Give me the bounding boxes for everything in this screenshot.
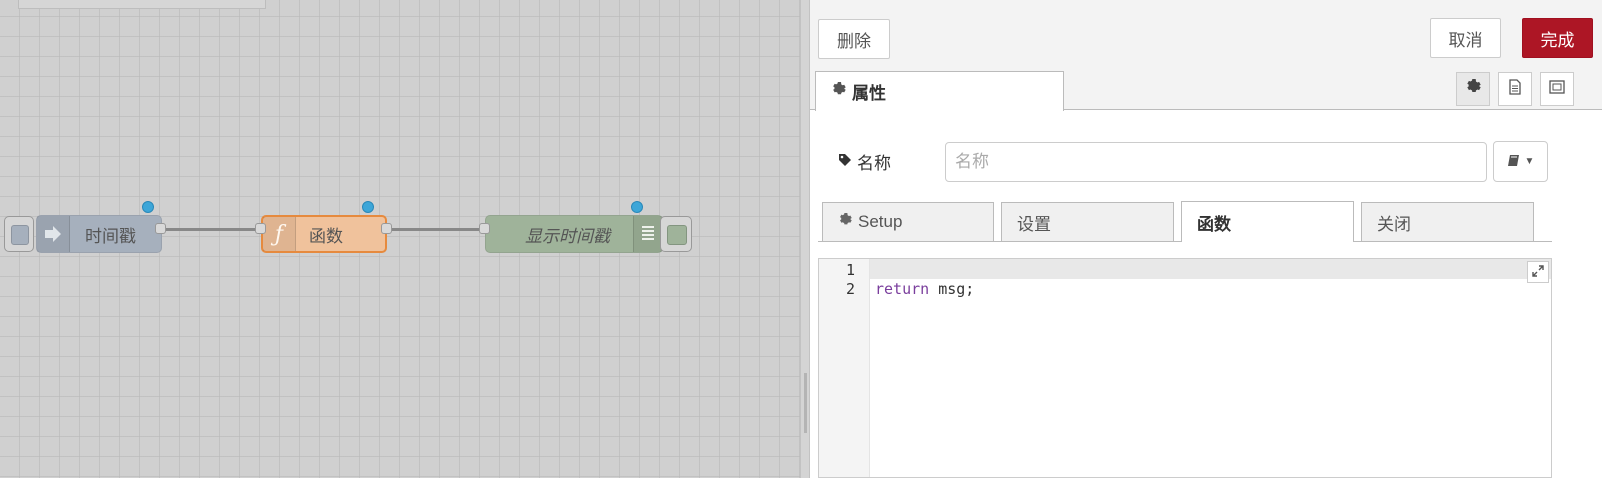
gear-icon — [1465, 78, 1481, 100]
tab-setup[interactable]: Setup — [822, 202, 994, 241]
gear-icon — [838, 212, 852, 232]
function-node-label: 函数 — [309, 226, 343, 246]
inject-output-port[interactable] — [155, 223, 166, 234]
function-subtabs: Setup 设置 函数 关闭 — [818, 200, 1552, 242]
appearance-button[interactable] — [1540, 72, 1574, 106]
tab-start-label: 设置 — [1017, 214, 1051, 234]
arrow-in-icon — [37, 216, 70, 252]
wire-timestamp-to-function[interactable] — [162, 228, 261, 231]
name-label-text: 名称 — [857, 154, 891, 173]
divider-grip-handle[interactable] — [804, 373, 807, 433]
line-number: 2 — [845, 280, 855, 298]
done-button[interactable]: 完成 — [1522, 18, 1593, 58]
line-number: 1 — [845, 261, 855, 279]
debug-node-label: 显示时间戳 — [525, 226, 610, 246]
document-icon — [1508, 78, 1522, 100]
inject-trigger-button[interactable] — [4, 216, 34, 252]
inject-node[interactable]: 时间戳 — [36, 215, 162, 253]
list-lines-icon — [633, 216, 662, 252]
code-keyword: return — [875, 280, 930, 298]
tab-properties[interactable]: 属性 — [815, 71, 1064, 111]
function-node[interactable]: ƒ 函数 — [261, 215, 387, 253]
tab-start[interactable]: 设置 — [1001, 202, 1174, 241]
code-text: msg; — [929, 280, 975, 298]
tag-icon — [838, 152, 852, 172]
library-dropdown-button[interactable]: ▼ — [1493, 141, 1548, 182]
code-editor[interactable]: 1 2 return msg; — [818, 258, 1552, 478]
name-input[interactable] — [945, 142, 1487, 182]
description-button[interactable] — [1498, 72, 1532, 106]
flow-canvas[interactable]: 时间戳 ƒ 函数 显示时间戳 — [0, 0, 800, 478]
code-line[interactable]: return msg; — [875, 280, 974, 298]
caret-down-icon: ▼ — [1524, 156, 1535, 167]
function-input-port[interactable] — [255, 223, 266, 234]
expand-icon — [1532, 264, 1544, 280]
delete-button[interactable]: 删除 — [818, 19, 890, 59]
book-icon — [1507, 154, 1521, 170]
tab-close-label: 关闭 — [1377, 214, 1411, 234]
inject-changed-indicator — [142, 201, 154, 213]
debug-input-port[interactable] — [479, 223, 490, 234]
tab-function[interactable]: 函数 — [1181, 201, 1354, 242]
gear-icon — [831, 81, 846, 102]
panel-divider[interactable] — [800, 0, 810, 478]
function-output-port[interactable] — [381, 223, 392, 234]
tab-properties-label: 属性 — [852, 84, 886, 103]
expand-editor-button[interactable] — [1527, 261, 1549, 283]
tab-close[interactable]: 关闭 — [1361, 202, 1534, 241]
settings-gear-button[interactable] — [1456, 72, 1490, 106]
cancel-button[interactable]: 取消 — [1430, 18, 1501, 58]
active-line-highlight — [870, 259, 1551, 279]
function-changed-indicator — [362, 201, 374, 213]
frame-icon — [1548, 79, 1566, 100]
debug-node[interactable]: 显示时间戳 — [485, 215, 663, 253]
function-f-icon: ƒ — [263, 217, 296, 251]
name-field-label: 名称 — [838, 149, 891, 174]
inject-node-label: 时间戳 — [85, 226, 136, 246]
tab-setup-label: Setup — [858, 212, 903, 231]
tray-tab-bar: 属性 — [810, 68, 1602, 111]
debug-changed-indicator — [631, 201, 643, 213]
wire-function-to-debug[interactable] — [387, 228, 485, 231]
tab-function-label: 函数 — [1197, 214, 1231, 234]
debug-toggle-button[interactable] — [660, 216, 692, 252]
tray-toolbar: 删除 取消 完成 — [810, 10, 1602, 69]
canvas-tab-strip — [18, 0, 266, 9]
